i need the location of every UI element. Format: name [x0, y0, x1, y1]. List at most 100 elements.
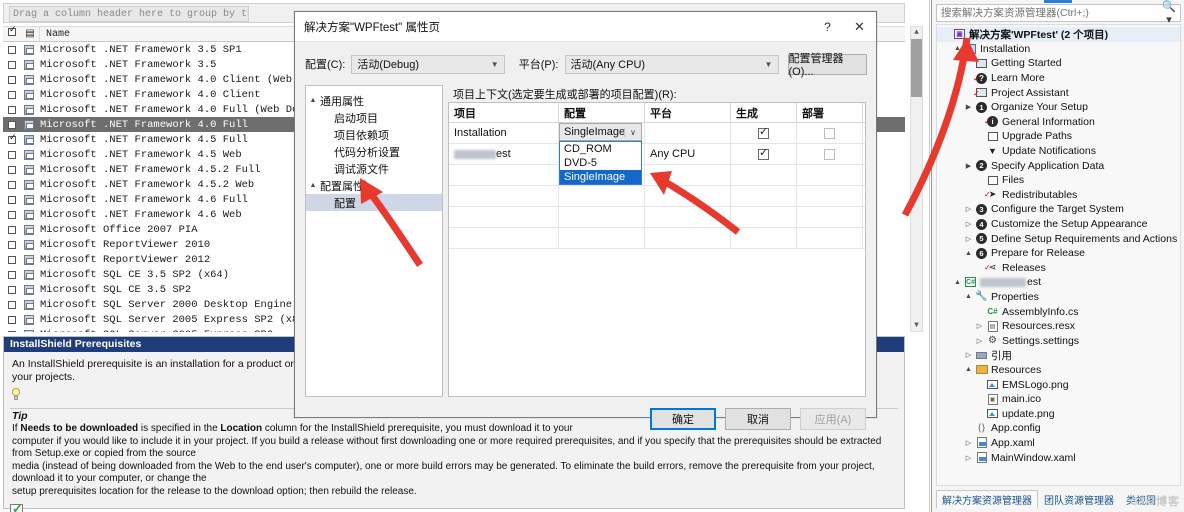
dialog-nav-item[interactable]: ▲ 通用属性 — [306, 92, 442, 109]
prerequisite-checkbox[interactable] — [3, 133, 21, 144]
tree-node[interactable]: ▶ 1 Organize Your Setup — [937, 100, 1180, 115]
prerequisite-checkbox[interactable] — [3, 285, 21, 294]
prerequisite-checkbox[interactable] — [3, 90, 21, 99]
configuration-dropdown-list[interactable]: CD_ROM DVD-5 SingleImage — [559, 141, 642, 185]
expander-icon[interactable]: ▲ — [952, 279, 963, 286]
solution-explorer-tree[interactable]: ▣ 解决方案'WPFtest' (2 个项目) ▲ Installation Getti… — [936, 24, 1181, 486]
tree-node[interactable]: ▷ 引用 — [937, 348, 1180, 363]
configuration-combo[interactable]: 活动(Debug) ▼ — [351, 54, 505, 74]
grid-cell-deploy[interactable] — [797, 207, 863, 227]
grid-cell-platform[interactable]: Any CPU — [645, 144, 731, 164]
project-context-grid[interactable]: 项目 配置 平台 生成 部署 Installation SingleImage ∨ CD_RO… — [448, 102, 866, 397]
grid-cell-platform[interactable] — [645, 123, 731, 143]
chevron-down-icon[interactable]: ∨ — [624, 127, 641, 137]
tree-node[interactable]: EMSLogo.png — [937, 377, 1180, 392]
help-icon[interactable]: ? — [812, 12, 843, 41]
grid-row[interactable] — [449, 228, 865, 249]
expander-icon[interactable]: ▷ — [963, 205, 974, 213]
grid-cell-configuration[interactable] — [559, 207, 645, 227]
grid-column-header[interactable]: 平台 — [645, 103, 731, 122]
dialog-nav-item[interactable]: 配置 — [306, 194, 442, 211]
dialog-nav-item[interactable]: 代码分析设置 — [306, 143, 442, 160]
grid-cell-deploy[interactable] — [797, 123, 863, 143]
chevron-down-icon[interactable]: ▼ — [486, 60, 504, 69]
solution-root-node[interactable]: ▣ 解决方案'WPFtest' (2 个项目) — [937, 27, 1180, 42]
expander-icon[interactable]: ▲ — [963, 366, 974, 373]
grid-column-header[interactable]: 配置 — [559, 103, 645, 122]
grid-column-header[interactable]: 生成 — [731, 103, 797, 122]
tree-node[interactable]: ▷ ⚙ Settings.settings — [937, 333, 1180, 348]
dropdown-option[interactable]: DVD-5 — [560, 156, 641, 170]
tree-node[interactable]: update.png — [937, 406, 1180, 421]
dialog-nav-tree[interactable]: ▲ 通用属性 启动项目 项目依赖项 代码分析设置 调试源文件 ▲ 配置属性 配置 — [305, 85, 443, 397]
expander-icon[interactable]: ▲ — [963, 293, 974, 300]
tree-node[interactable]: ▣ main.ico — [937, 392, 1180, 407]
tree-node[interactable]: ✓ ⋖ Releases — [937, 261, 1180, 276]
grid-row[interactable]: Installation SingleImage ∨ CD_ROM DVD-5 Singl… — [449, 123, 865, 185]
apply-button[interactable]: 应用(A) — [800, 408, 866, 430]
tree-node[interactable]: ⟨⟩ App.config — [937, 421, 1180, 436]
grid-cell-build[interactable] — [731, 186, 797, 206]
grid-cell-configuration[interactable] — [559, 228, 645, 248]
grid-row[interactable] — [449, 165, 865, 186]
grid-body[interactable]: Installation SingleImage ∨ CD_ROM DVD-5 Singl… — [449, 123, 865, 249]
grid-cell-build[interactable] — [731, 165, 797, 185]
dialog-nav-item[interactable]: ▲ 配置属性 — [306, 177, 442, 194]
chevron-down-icon[interactable]: ▼ — [760, 60, 778, 69]
prerequisite-checkbox[interactable] — [3, 165, 21, 174]
expander-icon[interactable]: ▷ — [963, 454, 974, 462]
expander-icon[interactable]: ▶ — [963, 103, 974, 111]
grid-cell-platform[interactable] — [645, 228, 731, 248]
deploy-checkbox[interactable] — [824, 127, 835, 139]
tree-node[interactable]: ▲ C# est — [937, 275, 1180, 290]
tree-node[interactable]: ✓ i General Information — [937, 115, 1180, 130]
tree-node[interactable]: ▷ 3 Configure the Target System — [937, 202, 1180, 217]
prerequisite-checkbox[interactable] — [3, 300, 21, 309]
tree-node[interactable]: ✓ Project Assistant — [937, 85, 1180, 100]
deploy-checkbox[interactable] — [824, 148, 835, 160]
configuration-manager-button[interactable]: 配置管理器(O)... — [787, 53, 867, 78]
prerequisite-checkbox[interactable] — [3, 330, 21, 332]
prerequisite-checkbox[interactable] — [3, 180, 21, 189]
grid-row[interactable] — [449, 207, 865, 228]
tree-node[interactable]: ▷ ▤ Resources.resx — [937, 319, 1180, 334]
prerequisite-checkbox[interactable] — [3, 240, 21, 249]
search-input[interactable] — [937, 6, 1158, 20]
prerequisite-checkbox[interactable] — [3, 60, 21, 69]
solution-explorer-search[interactable]: 🔍 ▾ — [936, 1, 1181, 26]
prerequisite-checkbox[interactable] — [3, 255, 21, 264]
prerequisite-checkbox[interactable] — [3, 210, 21, 219]
grid-column-header[interactable]: 部署 — [797, 103, 863, 122]
grid-cell-build[interactable] — [731, 228, 797, 248]
tree-node[interactable]: C# AssemblyInfo.cs — [937, 304, 1180, 319]
grid-cell-project[interactable] — [449, 165, 559, 185]
grid-cell-build[interactable] — [731, 123, 797, 143]
scrollbar-thumb[interactable] — [911, 39, 922, 97]
scroll-down-icon[interactable]: ▼ — [911, 320, 922, 331]
grid-cell-project[interactable] — [449, 207, 559, 227]
grid-cell-build[interactable] — [731, 144, 797, 164]
dropdown-option[interactable]: CD_ROM — [560, 142, 641, 156]
build-checkbox[interactable] — [758, 146, 769, 160]
tree-node[interactable]: Getting Started — [937, 56, 1180, 71]
tree-node[interactable]: Upgrade Paths — [937, 129, 1180, 144]
scroll-up-icon[interactable]: ▲ — [911, 27, 922, 38]
expander-icon[interactable]: ▷ — [963, 220, 974, 228]
grid-cell-platform[interactable] — [645, 186, 731, 206]
grid-cell-project[interactable]: Installation — [449, 123, 559, 143]
grid-cell-deploy[interactable] — [797, 186, 863, 206]
dropdown-option[interactable]: SingleImage — [560, 170, 641, 184]
platform-combo[interactable]: 活动(Any CPU) ▼ — [564, 54, 779, 74]
expander-icon[interactable]: ▲ — [306, 97, 320, 104]
search-icon[interactable]: 🔍 ▾ — [1158, 0, 1180, 26]
dialog-nav-item[interactable]: 调试源文件 — [306, 160, 442, 177]
tree-node[interactable]: ▷ 4 Customize the Setup Appearance — [937, 217, 1180, 232]
prerequisite-checkbox[interactable] — [3, 195, 21, 204]
tree-node[interactable]: ▶ 2 Specify Application Data — [937, 158, 1180, 173]
grid-cell-platform[interactable] — [645, 165, 731, 185]
grid-cell-project[interactable] — [449, 186, 559, 206]
prerequisite-checkbox[interactable] — [3, 225, 21, 234]
grid-cell-deploy[interactable] — [797, 144, 863, 164]
prerequisite-checkbox[interactable] — [3, 75, 21, 84]
grid-row[interactable]: est Any CPU — [449, 144, 865, 165]
